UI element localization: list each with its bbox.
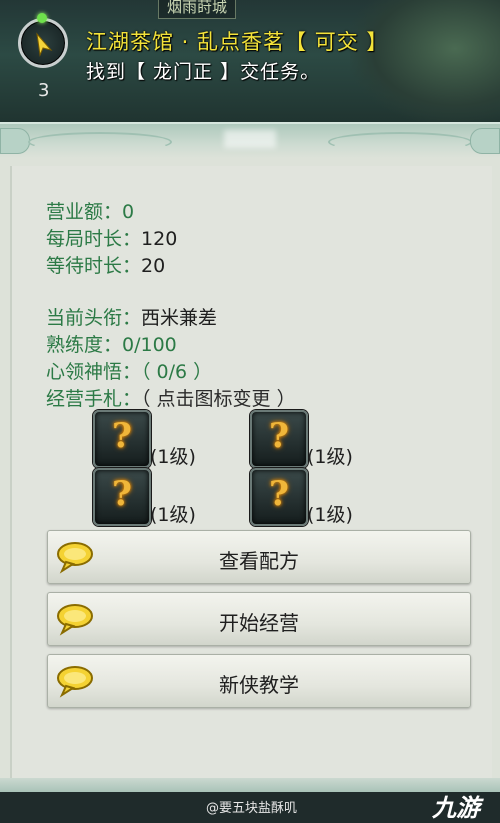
scroll-ornament-right xyxy=(470,128,500,154)
slot-level-4: (1级) xyxy=(307,504,353,526)
quest-count: 3 xyxy=(38,80,50,101)
round-time-label: 每局时长： xyxy=(46,228,142,250)
title-value: 西米兼差 xyxy=(141,307,218,329)
start-business-label: 开始经营 xyxy=(219,611,299,635)
weibo-watermark: @要五块盐酥叽 xyxy=(206,801,298,816)
wait-time-line: 等待时长：20 xyxy=(46,251,165,278)
question-mark-icon: ? xyxy=(112,474,132,514)
wait-time-value: 20 xyxy=(141,255,166,277)
tutorial-button[interactable]: 新侠教学 xyxy=(47,654,471,708)
revenue-value: 0 xyxy=(122,201,135,223)
proficiency-value: 0/100 xyxy=(122,334,177,356)
title-label: 当前头衔： xyxy=(46,307,142,329)
start-business-button[interactable]: 开始经营 xyxy=(47,592,471,646)
slot-level-3: (1级) xyxy=(150,504,196,526)
proficiency-label: 熟练度： xyxy=(46,334,123,356)
panel-header xyxy=(0,122,500,158)
proficiency-line: 熟练度：0/100 xyxy=(46,330,177,357)
scroll-ornament-left xyxy=(0,128,30,154)
slot-level-1: (1级) xyxy=(150,446,196,468)
cloud-ornament-right xyxy=(328,132,472,152)
question-mark-icon: ? xyxy=(112,416,132,456)
quest-description[interactable]: 找到【 龙门正 】交任务。 xyxy=(86,57,320,84)
panel-footer xyxy=(0,778,500,792)
insight-value: （ 0/6 ） xyxy=(141,361,213,383)
manual-slot-2[interactable]: ? xyxy=(250,410,308,468)
quest-compass-icon[interactable] xyxy=(18,18,68,68)
slot-level-2: (1级) xyxy=(307,446,353,468)
panel-title-blur xyxy=(224,130,276,148)
round-time-value: 120 xyxy=(141,228,178,250)
tree-decoration xyxy=(350,0,500,122)
insight-label: 心领神悟： xyxy=(46,361,142,383)
manual-slot-3[interactable]: ? xyxy=(93,468,151,526)
manual-slot-4[interactable]: ? xyxy=(250,468,308,526)
tutorial-label: 新侠教学 xyxy=(219,673,299,697)
scene-background: 烟雨莳城 3 江湖茶馆 · 乱点香茗【 可交 】 找到【 龙门正 】交任务。 xyxy=(0,0,500,122)
wait-time-label: 等待时长： xyxy=(46,255,142,277)
revenue-label: 营业额： xyxy=(46,201,123,223)
manual-hint: （ 点击图标变更 ） xyxy=(141,388,296,410)
view-recipe-button[interactable]: 查看配方 xyxy=(47,530,471,584)
manual-line: 经营手札：（ 点击图标变更 ） xyxy=(46,384,296,411)
question-mark-icon: ? xyxy=(269,474,289,514)
round-time-line: 每局时长：120 xyxy=(46,224,177,251)
quest-indicator-dot xyxy=(37,13,47,23)
insight-line: 心领神悟：（ 0/6 ） xyxy=(46,357,212,384)
manual-label: 经营手札： xyxy=(46,388,142,410)
title-line: 当前头衔：西米兼差 xyxy=(46,303,217,330)
location-banner: 烟雨莳城 xyxy=(158,0,237,19)
cloud-ornament-left xyxy=(28,132,172,152)
view-recipe-label: 查看配方 xyxy=(219,549,299,573)
question-mark-icon: ? xyxy=(269,416,289,456)
revenue-line: 营业额：0 xyxy=(46,197,134,224)
quest-title[interactable]: 江湖茶馆 · 乱点香茗【 可交 】 xyxy=(86,26,388,56)
manual-slot-1[interactable]: ? xyxy=(93,410,151,468)
